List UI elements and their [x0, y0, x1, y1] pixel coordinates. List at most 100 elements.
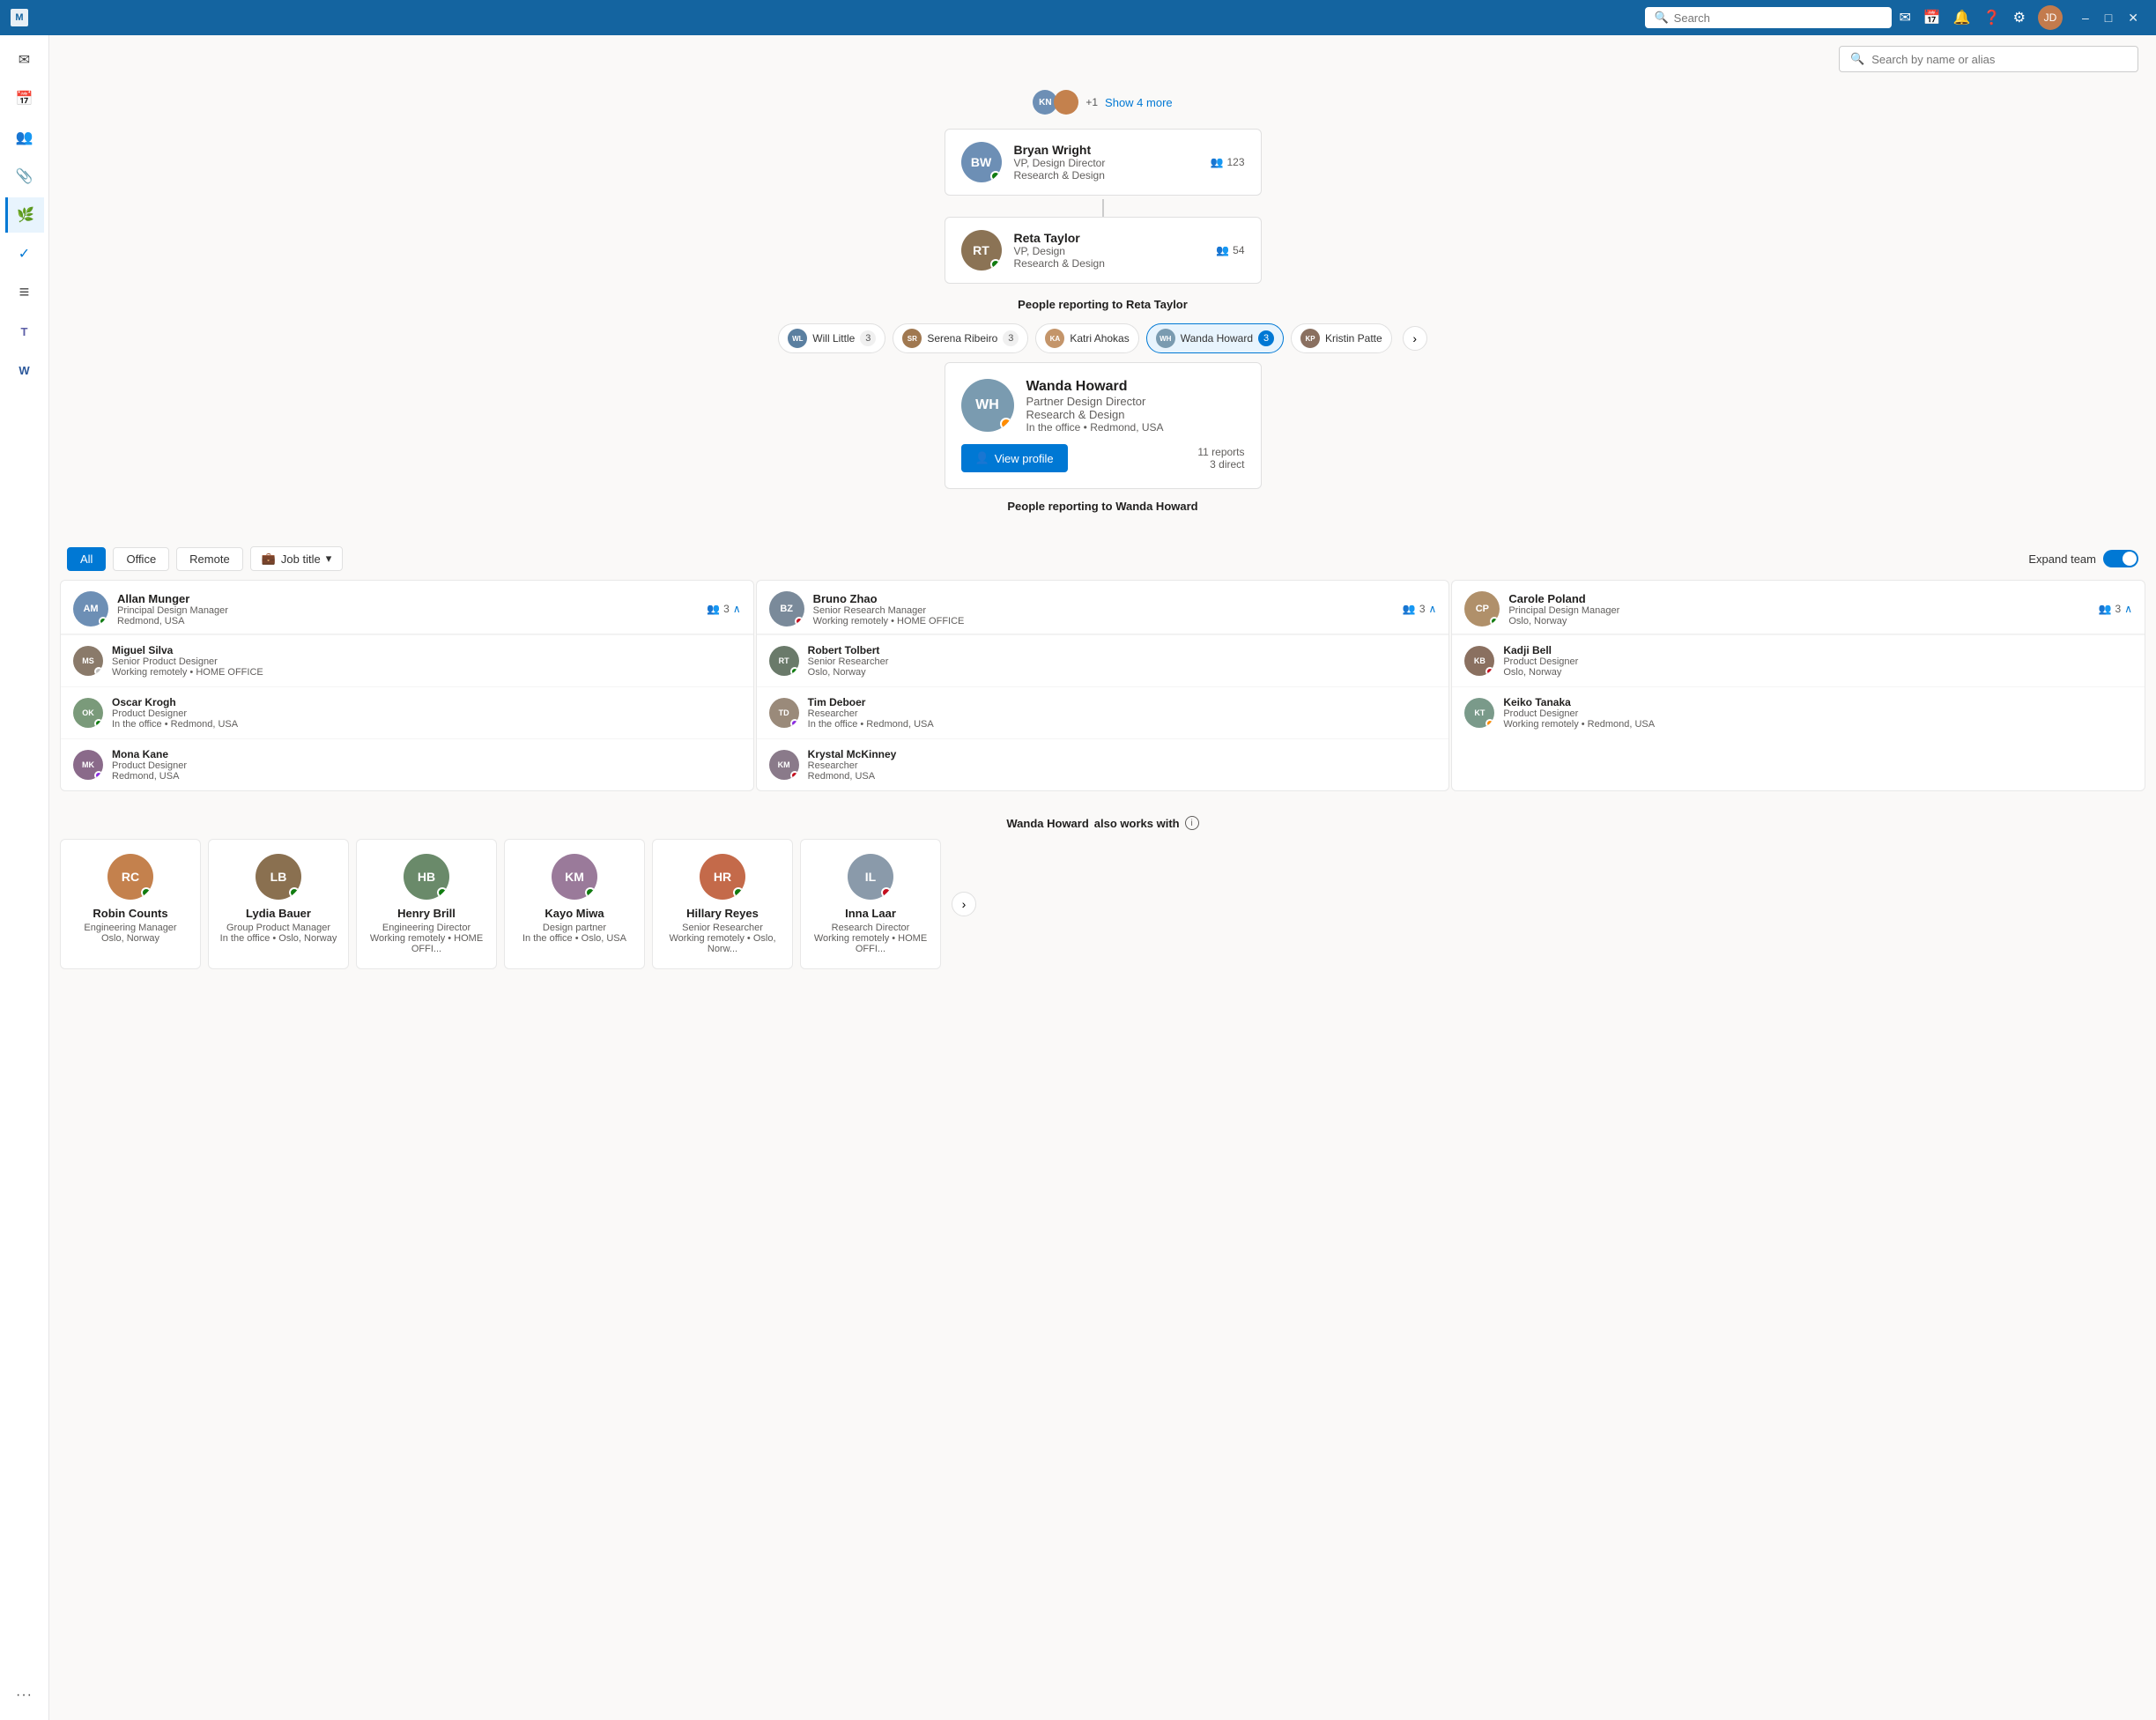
robert-title: Senior Researcher	[808, 656, 1437, 667]
also-works-nav-arrow[interactable]: ›	[952, 892, 976, 916]
chips-nav-arrow[interactable]: ›	[1403, 326, 1427, 351]
sub-mona[interactable]: MK Mona Kane Product Designer Redmond, U…	[61, 738, 753, 790]
settings-icon[interactable]: ⚙	[2013, 9, 2026, 26]
serena-avatar: SR	[902, 329, 922, 348]
team-column-1: BZ Bruno Zhao Senior Research Manager Wo…	[756, 580, 1450, 791]
user-avatar-title[interactable]: JD	[2038, 5, 2063, 30]
sub-miguel[interactable]: MS Miguel Silva Senior Product Designer …	[61, 634, 753, 686]
view-profile-button[interactable]: 👤 View profile	[961, 444, 1068, 472]
sidebar-item-list[interactable]: ≡	[7, 275, 42, 310]
team-header-bruno[interactable]: BZ Bruno Zhao Senior Research Manager Wo…	[757, 581, 1449, 634]
people-chips-row: WL Will Little 3 SR Serena Ribeiro 3 KA …	[778, 318, 1426, 359]
krystal-title: Researcher	[808, 760, 1437, 771]
henry-location: Working remotely • HOME OFFI...	[366, 933, 487, 954]
also-robin[interactable]: RC Robin Counts Engineering Manager Oslo…	[60, 839, 201, 969]
sub-robert[interactable]: RT Robert Tolbert Senior Researcher Oslo…	[757, 634, 1449, 686]
wanda-name: Wanda Howard	[1026, 379, 1245, 395]
mail-icon[interactable]: ✉	[1899, 9, 1910, 26]
search-icon: 🔍	[1654, 11, 1668, 25]
also-works-label: Wanda Howard also works with i	[60, 805, 2145, 839]
job-title-filter[interactable]: 💼 Job title ▾	[250, 546, 344, 571]
miguel-avatar: MS	[73, 646, 103, 676]
reta-info: Reta Taylor VP, Design Research & Design	[1014, 231, 1204, 270]
calendar-icon[interactable]: 📅	[1923, 9, 1941, 26]
katri-avatar: KA	[1045, 329, 1064, 348]
sidebar-item-org[interactable]: 🌿	[5, 197, 44, 233]
filter-bar: All Office Remote 💼 Job title ▾ Expand t…	[49, 538, 2156, 580]
also-kayo[interactable]: KM Kayo Miwa Design partner In the offic…	[504, 839, 645, 969]
chevron-down-icon: ▾	[326, 552, 332, 566]
org-card-reta[interactable]: RT Reta Taylor VP, Design Research & Des…	[945, 217, 1262, 284]
maximize-button[interactable]: □	[2098, 11, 2119, 26]
sidebar-item-teams[interactable]: T	[7, 314, 42, 349]
expand-team-toggle[interactable]: Expand team	[2028, 550, 2138, 567]
reta-avatar: RT	[961, 230, 1002, 271]
also-lydia[interactable]: LB Lydia Bauer Group Product Manager In …	[208, 839, 349, 969]
team-header-carole[interactable]: CP Carole Poland Principal Design Manage…	[1452, 581, 2145, 634]
name-search-box[interactable]: 🔍	[1839, 46, 2138, 72]
robert-info: Robert Tolbert Senior Researcher Oslo, N…	[808, 644, 1437, 678]
connector-1	[1102, 199, 1104, 217]
filter-all-button[interactable]: All	[67, 547, 106, 571]
kadji-location: Oslo, Norway	[1503, 667, 2132, 678]
katri-name: Katri Ahokas	[1070, 332, 1129, 345]
toggle-switch[interactable]	[2103, 550, 2138, 567]
sidebar-item-people[interactable]: 👥	[7, 120, 42, 155]
show-more-button[interactable]: Show 4 more	[1105, 96, 1173, 109]
close-button[interactable]: ✕	[2121, 11, 2145, 26]
show-more-bar: KN +1 Show 4 more	[1019, 83, 1186, 122]
expand-bruno-icon[interactable]: ∧	[1429, 603, 1437, 615]
titlebar-search-box[interactable]: 🔍	[1645, 7, 1892, 28]
expand-carole-icon[interactable]: ∧	[2124, 603, 2132, 615]
kayo-avatar: KM	[552, 854, 597, 900]
also-works-section: Wanda Howard also works with i RC Robin …	[49, 805, 2156, 987]
chip-katri[interactable]: KA Katri Ahokas	[1035, 323, 1138, 353]
sidebar-item-check[interactable]: ✓	[7, 236, 42, 271]
name-search-input[interactable]	[1871, 53, 2127, 66]
sub-oscar[interactable]: OK Oscar Krogh Product Designer In the o…	[61, 686, 753, 738]
also-henry[interactable]: HB Henry Brill Engineering Director Work…	[356, 839, 497, 969]
chip-kristin[interactable]: KP Kristin Patte	[1291, 323, 1392, 353]
krystal-location: Redmond, USA	[808, 771, 1437, 782]
bruno-location: Working remotely • HOME OFFICE	[813, 616, 1394, 626]
sidebar-item-mail[interactable]: ✉	[7, 42, 42, 78]
tim-avatar: TD	[769, 698, 799, 728]
minimize-button[interactable]: –	[2075, 11, 2096, 26]
tim-location: In the office • Redmond, USA	[808, 719, 1437, 730]
toggle-knob	[2123, 552, 2137, 566]
miguel-name: Miguel Silva	[112, 644, 741, 656]
chip-will[interactable]: WL Will Little 3	[778, 323, 885, 353]
also-inna[interactable]: IL Inna Laar Research Director Working r…	[800, 839, 941, 969]
expand-allan-icon[interactable]: ∧	[733, 603, 741, 615]
robin-location: Oslo, Norway	[101, 933, 159, 944]
titlebar-icons: ✉ 📅 🔔 ❓ ⚙ JD – □ ✕	[1899, 5, 2145, 30]
sub-krystal[interactable]: KM Krystal McKinney Researcher Redmond, …	[757, 738, 1449, 790]
bruno-avatar: BZ	[769, 591, 804, 626]
bell-icon[interactable]: 🔔	[1953, 9, 1971, 26]
sidebar-item-word[interactable]: W	[7, 352, 42, 388]
sidebar-item-more[interactable]: ···	[7, 1678, 42, 1713]
filter-office-button[interactable]: Office	[113, 547, 169, 571]
sub-keiko[interactable]: KT Keiko Tanaka Product Designer Working…	[1452, 686, 2145, 738]
chip-serena[interactable]: SR Serena Ribeiro 3	[893, 323, 1028, 353]
bryan-reports: 👥 123	[1211, 156, 1245, 168]
kristin-name: Kristin Patte	[1325, 332, 1382, 345]
org-card-bryan[interactable]: BW Bryan Wright VP, Design Director Rese…	[945, 129, 1262, 196]
app-body: ✉ 📅 👥 📎 🌿 ✓ ≡ T W ··· 🔍 KN	[0, 35, 2156, 1720]
sidebar-item-attach[interactable]: 📎	[7, 159, 42, 194]
sidebar-item-calendar[interactable]: 📅	[7, 81, 42, 116]
info-icon[interactable]: i	[1185, 816, 1199, 830]
sub-tim[interactable]: TD Tim Deboer Researcher In the office •…	[757, 686, 1449, 738]
lydia-avatar: LB	[256, 854, 301, 900]
question-icon[interactable]: ❓	[1983, 9, 2001, 26]
people-icon-reta: 👥	[1216, 244, 1229, 256]
titlebar-search-input[interactable]	[1674, 11, 1868, 25]
chip-wanda[interactable]: WH Wanda Howard 3	[1146, 323, 1284, 353]
also-hillary[interactable]: HR Hillary Reyes Senior Researcher Worki…	[652, 839, 793, 969]
wanda-avatar: WH	[961, 379, 1014, 432]
bryan-info: Bryan Wright VP, Design Director Researc…	[1014, 143, 1198, 182]
team-header-allan[interactable]: AM Allan Munger Principal Design Manager…	[61, 581, 753, 634]
expand-team-label: Expand team	[2028, 552, 2096, 566]
filter-remote-button[interactable]: Remote	[176, 547, 243, 571]
sub-kadji[interactable]: KB Kadji Bell Product Designer Oslo, Nor…	[1452, 634, 2145, 686]
